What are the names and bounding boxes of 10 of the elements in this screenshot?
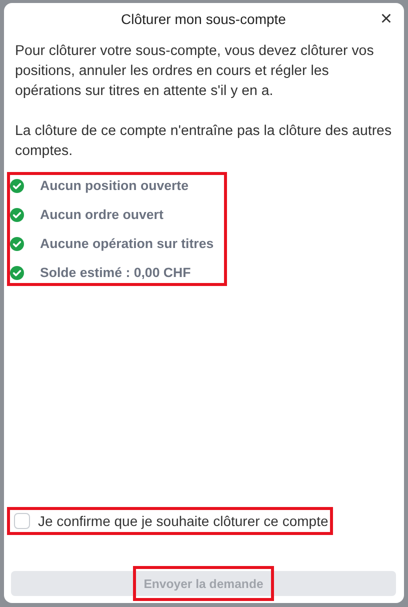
check-label: Solde estimé : 0,00 CHF bbox=[40, 265, 191, 280]
description-text: Pour clôturer votre sous-compte, vous devez clôturer vos positions, annuler les ordres en cours et régler les opérations sur titres en attente s'il y en a. bbox=[15, 42, 375, 101]
dialog-title: Clôturer mon sous-compte bbox=[121, 11, 286, 27]
check-label: Aucun ordre ouvert bbox=[40, 207, 164, 222]
confirm-label: Je confirme que je souhaite clôturer ce compte bbox=[38, 513, 328, 529]
check-label: Aucune opération sur titres bbox=[40, 236, 214, 251]
close-button[interactable]: × bbox=[378, 10, 394, 28]
confirm-checkbox[interactable] bbox=[14, 513, 30, 529]
check-label: Aucun position ouverte bbox=[40, 178, 188, 193]
description-text: La clôture de ce compte n'entraîne pas la clôture des autres comptes. bbox=[15, 122, 393, 161]
